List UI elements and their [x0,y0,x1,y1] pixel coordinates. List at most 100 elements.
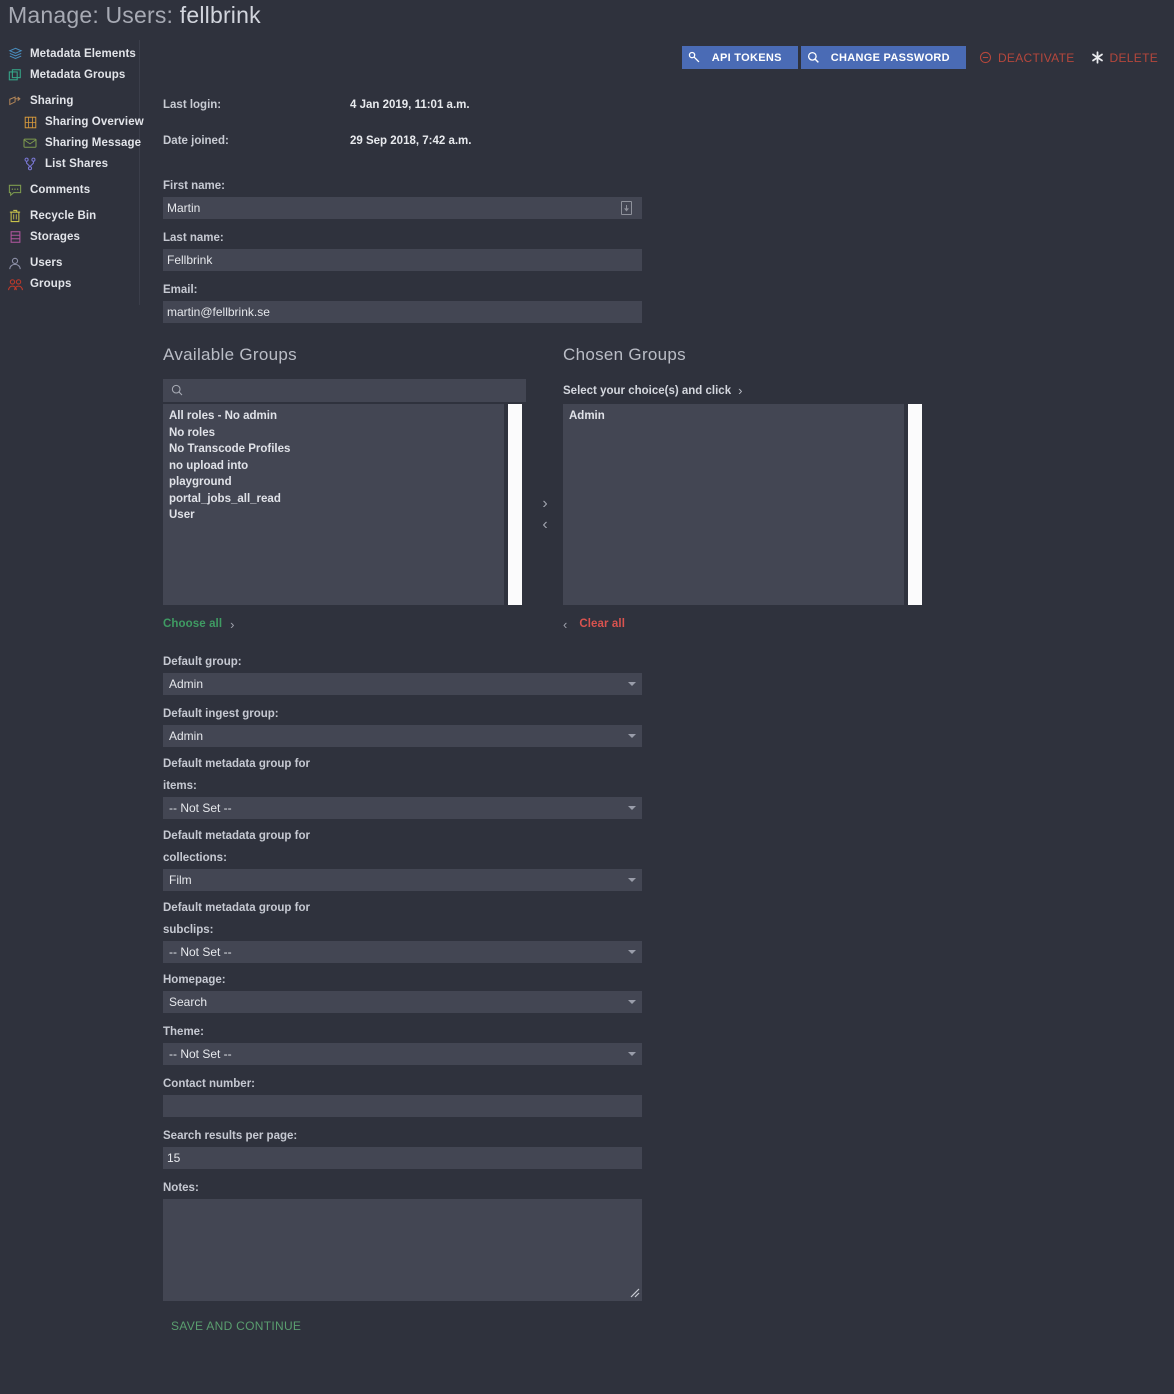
theme-select[interactable] [163,1043,642,1065]
default-metadata-group-subclips-select[interactable] [163,941,642,963]
minus-circle-icon [979,51,992,64]
default-group-label: Default group: [163,656,242,668]
scrollbar-thumb[interactable] [508,404,522,605]
chevron-left-icon: ‹ [563,616,568,632]
sidebar-item-label: Sharing Overview [45,116,144,128]
scrollbar-thumb[interactable] [908,404,922,605]
homepage-label: Homepage: [163,974,226,986]
sidebar-item-label: Metadata Elements [30,48,136,60]
homepage-select[interactable] [163,991,642,1013]
sidebar-item-label: Storages [30,231,81,243]
contact-number-field: Contact number: [163,1073,1163,1117]
chevron-right-icon: › [230,616,235,632]
default-metadata-group-collections-select[interactable] [163,869,642,891]
sidebar-item-label: Sharing [30,95,74,107]
default-ingest-group-select[interactable] [163,725,642,747]
search-results-per-page-input[interactable] [163,1147,642,1169]
homepage-field: Homepage: [163,969,1163,1013]
list-item[interactable]: no upload into [167,458,526,475]
chosen-groups-listbox[interactable]: Admin [563,404,926,605]
api-tokens-label: API TOKENS [711,51,782,64]
page-title: Manage: Users: fellbrink [8,2,261,29]
api-tokens-button[interactable]: API TOKENS [681,46,798,69]
change-password-button[interactable]: CHANGE PASSWORD [800,46,966,69]
sidebar-item-label: Metadata Groups [30,69,126,81]
users-icon [7,277,23,292]
search-results-per-page-label: Search results per page: [163,1130,298,1142]
asterisk-icon [1091,51,1104,64]
default-metadata-group-items-label-line2: items: [163,780,197,792]
sidebar-item-users[interactable]: Users [0,253,139,273]
available-groups-listbox[interactable]: All roles - No admin No roles No Transco… [163,404,526,605]
default-metadata-group-items-label-line1: Default metadata group for [163,758,310,770]
move-right-button[interactable]: › [542,493,547,514]
sidebar-item-sharing-overview[interactable]: Sharing Overview [0,112,144,132]
delete-button[interactable]: DELETE [1085,46,1164,69]
save-and-continue-button[interactable]: SAVE AND CONTINUE [171,1319,301,1333]
chosen-groups-hint-text: Select your choice(s) and click [563,384,732,397]
list-item[interactable]: Admin [567,408,926,425]
default-group-select[interactable] [163,673,642,695]
notes-textarea[interactable] [163,1199,642,1301]
notes-label: Notes: [163,1182,199,1194]
sidebar-item-metadata-groups[interactable]: Metadata Groups [0,65,139,85]
date-joined-label: Date joined: [163,135,229,147]
sidebar-item-label: List Shares [45,158,109,170]
sidebar-item-groups[interactable]: Groups [0,274,139,294]
sidebar-item-metadata-elements[interactable]: Metadata Elements [0,44,139,64]
date-joined-row: Date joined: 29 Sep 2018, 7:42 a.m. [163,131,1163,167]
sidebar-item-list-shares[interactable]: List Shares [0,154,139,174]
move-left-button[interactable]: ‹ [542,514,547,535]
deactivate-button[interactable]: DEACTIVATE [973,46,1081,69]
envelope-icon [22,136,38,151]
sidebar: Metadata Elements Metadata Groups Sharin… [0,40,144,305]
chosen-groups-scrollbar[interactable] [904,404,926,605]
trash-icon [7,209,23,224]
available-groups-search[interactable] [163,379,526,402]
delete-label: DELETE [1109,50,1158,65]
user-icon [7,256,23,271]
sidebar-item-sharing-message[interactable]: Sharing Message [0,133,141,153]
default-ingest-group-field: Default ingest group: [163,703,1163,747]
default-metadata-group-items-select[interactable] [163,797,642,819]
sidebar-item-comments[interactable]: Comments [0,180,139,200]
choose-all-link[interactable]: Choose all [163,618,222,630]
sidebar-item-recycle-bin[interactable]: Recycle Bin [0,206,139,226]
last-name-label: Last name: [163,232,224,244]
sidebar-item-label: Users [30,257,63,269]
default-metadata-group-subclips-label-line1: Default metadata group for [163,902,310,914]
first-name-field-group: First name: [163,175,1163,219]
last-name-input[interactable] [163,249,642,271]
share-icon [7,94,23,109]
list-item[interactable]: No Transcode Profiles [167,441,526,458]
first-name-label: First name: [163,180,225,192]
list-item[interactable]: All roles - No admin [167,408,526,425]
first-name-input[interactable] [163,197,642,219]
available-groups-items: All roles - No admin No roles No Transco… [163,404,526,524]
sidebar-item-storages[interactable]: Storages [0,227,139,247]
list-item[interactable]: playground [167,474,526,491]
email-field-group: Email: [163,279,1163,323]
resize-grip-icon[interactable] [628,1285,640,1298]
contact-number-input[interactable] [163,1095,642,1117]
comment-icon [7,183,23,198]
list-item[interactable]: portal_jobs_all_read [167,491,526,508]
page-title-prefix: Manage: Users: [8,2,174,28]
groups-chooser: Available Groups All roles - No admin No… [163,345,1163,645]
chevron-right-icon: › [738,383,743,398]
sidebar-item-sharing[interactable]: Sharing [0,91,139,111]
available-groups-search-input[interactable] [184,382,526,399]
available-groups-column: Available Groups All roles - No admin No… [163,345,526,635]
chosen-groups-title: Chosen Groups [563,345,686,364]
available-groups-scrollbar[interactable] [504,404,526,605]
last-login-label: Last login: [163,99,222,111]
list-item[interactable]: User [167,507,526,524]
clear-all-link[interactable]: Clear all [579,618,625,630]
default-metadata-group-items-field: Default metadata group for items: [163,753,1163,819]
copy-icon [7,68,23,83]
default-metadata-group-collections-label-line2: collections: [163,852,227,864]
change-password-label: CHANGE PASSWORD [830,51,950,64]
email-input[interactable] [163,301,642,323]
list-item[interactable]: No roles [167,425,526,442]
theme-field: Theme: [163,1021,1163,1065]
